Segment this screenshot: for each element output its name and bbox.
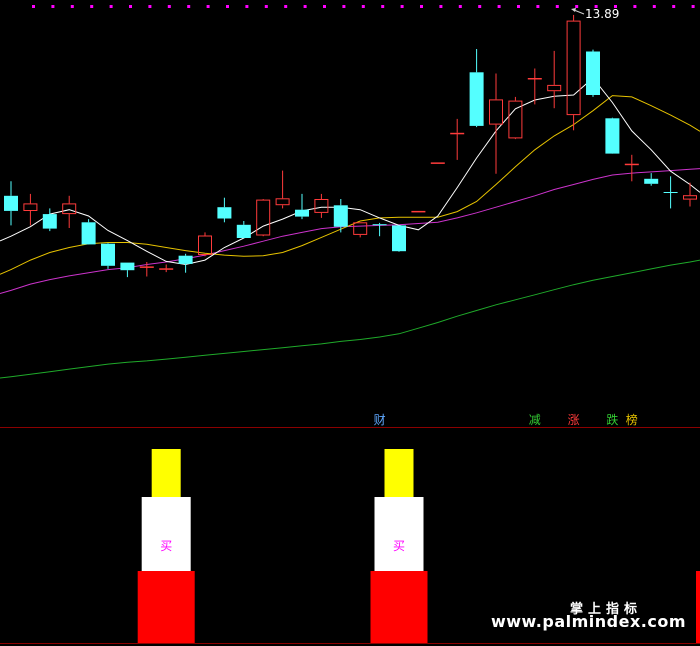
candle-body-up [450,132,465,135]
grid-dot [478,5,482,8]
grid-dot [361,5,365,8]
grid-dot [226,5,229,8]
candle-body-down [392,225,406,252]
grid-dot [517,5,520,8]
buy-label: 买 [393,539,405,553]
grid-dot [303,5,307,8]
candle [605,117,620,154]
signal-bar-edge [696,571,700,643]
grid-dot [32,5,35,8]
signal-yellow-block [384,449,414,497]
grid-dot [342,5,346,8]
watermark-url: www.palmindex.com [490,612,686,631]
grid-dot [109,5,113,8]
grid-dot [400,5,404,8]
signal-red-block [370,571,428,643]
grid-dot [51,5,55,8]
candle-body-up [411,210,426,213]
grid-dot [284,5,288,8]
grid-dot [633,5,637,8]
grid-dot [129,5,132,8]
grid-dot [381,5,385,8]
candle-body-down [663,192,678,193]
grid-dot [691,5,695,8]
candle-body-down [101,243,115,266]
grid-dot [206,5,210,8]
buy-label: 买 [160,539,172,553]
candle-body-down [333,205,348,227]
grid-dot [323,5,326,8]
candle-body-up [159,268,174,270]
grid-dot [187,5,191,8]
signal-yellow-block [151,449,181,497]
candle-body-down [586,51,600,95]
candle-body-up [139,266,154,268]
event-tag: 减 [529,413,541,427]
candle-body-down [217,207,232,219]
stock-chart: 13.89 财 减 涨 跌榜 买 买 [0,0,700,646]
grid-dot [458,5,462,8]
grid-dot [148,5,152,8]
grid-dot [536,5,540,8]
candle-body-up [527,78,542,80]
candle-body-up [430,162,445,164]
grid-dot [420,5,423,8]
grid-dot [167,5,171,8]
candle-body-down [469,72,484,126]
event-tag: 财 [374,413,386,427]
grid-dot [555,5,559,8]
high-price-label: 13.89 [585,7,619,21]
grid-dot [652,5,656,8]
grid-dot [245,5,249,8]
signal-white-block [374,497,424,571]
grid-dot [70,5,74,8]
grid-dot [575,5,579,8]
candle [586,49,600,97]
event-tag: 跌 [606,412,618,427]
candle-body-down [644,178,659,184]
signal-red-block [137,571,195,643]
candle [430,162,445,164]
candle-body-down [236,224,251,238]
candle-body-down [81,222,96,245]
candle-body-down [4,195,18,211]
candle-body-up [624,163,639,166]
candle-body-down [178,255,193,264]
candle-body-down [120,262,135,271]
grid-dot [90,5,94,8]
grid-dot [672,5,676,8]
candle [411,210,426,213]
candle-body-down [295,209,309,217]
candle-body-down [42,214,57,229]
chart-background [0,0,700,646]
candle [392,225,406,252]
grid-dot [439,5,443,8]
candle [101,243,115,269]
event-tag: 涨 [568,412,580,427]
candle-body-down [605,118,620,154]
signal-white-block [141,497,191,571]
candle [81,219,96,245]
grid-dot [264,5,268,8]
grid-dot [497,5,501,8]
event-tag: 榜 [626,412,638,427]
candle-body-down [372,224,387,226]
